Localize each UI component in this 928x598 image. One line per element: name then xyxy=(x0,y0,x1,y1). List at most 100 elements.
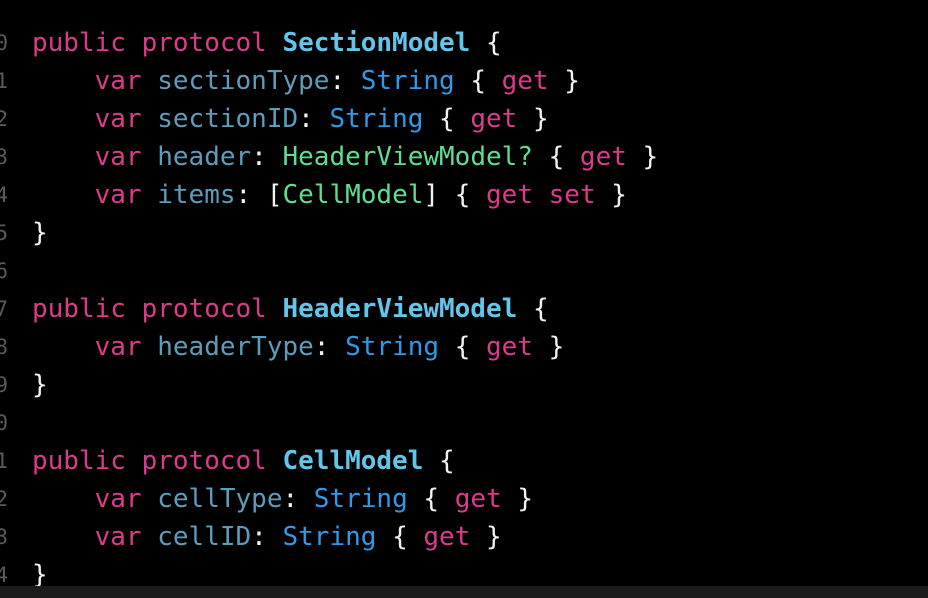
code-token-ident: cellID xyxy=(157,522,252,552)
code-line[interactable] xyxy=(32,252,928,290)
code-token-kw: var xyxy=(94,66,142,96)
code-token-user: ? xyxy=(517,142,533,172)
line-number: 9 xyxy=(0,373,8,397)
code-token-kw: public xyxy=(32,28,126,58)
code-token-punc: } xyxy=(564,66,580,96)
code-line[interactable]: } xyxy=(32,366,928,404)
code-line[interactable]: public protocol SectionModel { xyxy=(32,24,928,62)
code-token-kw: get xyxy=(486,332,533,362)
code-token-punc: { xyxy=(470,66,486,96)
code-token-punc: { xyxy=(392,522,408,552)
code-line[interactable]: public protocol CellModel { xyxy=(32,442,928,480)
code-token-punc: { xyxy=(454,180,471,210)
line-number: 0 xyxy=(0,31,8,55)
code-token-builtin: String xyxy=(329,104,424,134)
code-token-punc: : xyxy=(313,332,330,362)
code-token-kw: var xyxy=(94,484,142,514)
code-content[interactable]: public protocol SectionModel { var secti… xyxy=(32,24,928,594)
code-token-ident: items xyxy=(157,180,236,210)
code-token-punc: : xyxy=(251,522,267,552)
code-token-punc: } xyxy=(32,218,48,248)
code-token-kw: var xyxy=(94,104,142,134)
line-number: 7 xyxy=(0,297,8,321)
code-token-ident: sectionType xyxy=(157,66,330,96)
code-token-punc: { xyxy=(532,294,549,324)
code-token-punc: { xyxy=(439,104,455,134)
line-number: 3 xyxy=(0,145,8,169)
code-token-ident: header xyxy=(157,142,252,172)
code-token-ident: sectionID xyxy=(157,104,299,134)
code-token-user: CellModel xyxy=(282,180,424,210)
code-token-punc: : xyxy=(329,66,346,96)
code-token-kw: protocol xyxy=(141,294,267,324)
code-token-punc: { xyxy=(548,142,565,172)
code-token-punc: : xyxy=(298,104,314,134)
code-token-builtin: String xyxy=(282,522,377,552)
code-token-kw: public xyxy=(32,446,126,476)
code-line[interactable] xyxy=(32,404,928,442)
code-line[interactable]: var cellType: String { get } xyxy=(32,480,928,518)
line-number: 2 xyxy=(0,107,8,131)
code-token-user: HeaderViewModel xyxy=(282,142,518,172)
code-line[interactable]: var items: [CellModel] { get set } xyxy=(32,176,928,214)
code-token-kw: get xyxy=(470,104,518,134)
code-token-kw: protocol xyxy=(141,28,267,58)
line-number: 5 xyxy=(0,221,8,245)
code-token-punc: { xyxy=(454,332,471,362)
code-line[interactable]: var headerType: String { get } xyxy=(32,328,928,366)
code-line[interactable]: var header: HeaderViewModel? { get } xyxy=(32,138,928,176)
horizontal-scrollbar[interactable] xyxy=(0,586,928,598)
code-token-punc: : xyxy=(251,142,267,172)
code-line[interactable]: var sectionType: String { get } xyxy=(32,62,928,100)
code-token-punc: ] xyxy=(423,180,440,210)
line-number: 6 xyxy=(0,259,8,283)
code-line[interactable]: public protocol HeaderViewModel { xyxy=(32,290,928,328)
code-token-punc: } xyxy=(611,180,627,210)
code-editor[interactable]: 012345678901234 public protocol SectionM… xyxy=(0,0,928,598)
code-token-type: CellModel xyxy=(282,446,424,476)
code-token-kw: get xyxy=(579,142,627,172)
code-line[interactable]: var sectionID: String { get } xyxy=(32,100,928,138)
code-line[interactable]: var cellID: String { get } xyxy=(32,518,928,556)
code-line[interactable]: } xyxy=(32,214,928,252)
code-token-kw: get xyxy=(486,180,533,210)
code-token-type: SectionModel xyxy=(282,28,471,58)
code-token-kw: public xyxy=(32,294,126,324)
code-token-punc: } xyxy=(642,142,659,172)
code-token-punc: } xyxy=(548,332,565,362)
code-token-kw: get xyxy=(454,484,502,514)
code-token-punc: } xyxy=(517,484,533,514)
